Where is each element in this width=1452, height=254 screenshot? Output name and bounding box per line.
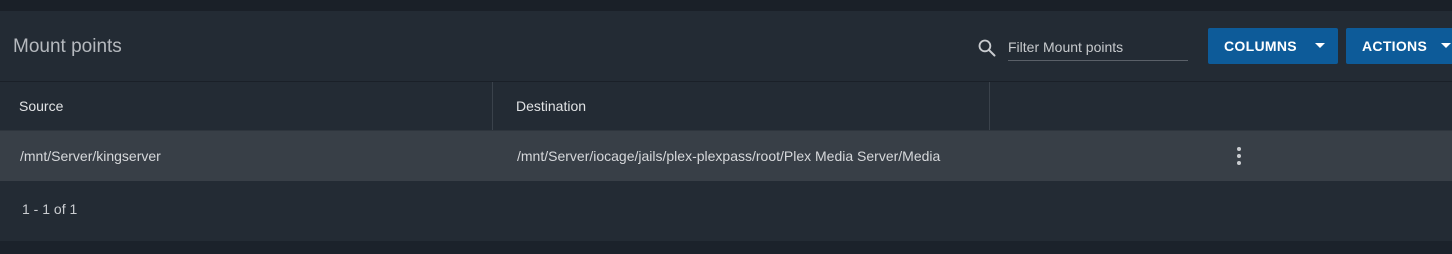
kebab-dot — [1237, 154, 1241, 158]
search-icon — [978, 39, 996, 57]
mount-points-card: Mount points COLUMNS ACTIONS Source Dest… — [0, 11, 1452, 241]
table-footer: 1 - 1 of 1 — [0, 181, 1452, 241]
column-header-actions — [990, 82, 1452, 130]
columns-button-label: COLUMNS — [1224, 38, 1297, 54]
more-vert-icon[interactable] — [1229, 145, 1249, 167]
table-header-row: Source Destination — [0, 81, 1452, 130]
card-header: Mount points COLUMNS ACTIONS — [0, 11, 1452, 81]
actions-button-label: ACTIONS — [1362, 38, 1428, 54]
column-header-destination[interactable]: Destination — [493, 82, 990, 130]
actions-button[interactable]: ACTIONS — [1346, 28, 1452, 64]
caret-down-icon — [1441, 43, 1451, 48]
column-header-source[interactable]: Source — [0, 82, 493, 130]
caret-down-icon — [1315, 43, 1325, 48]
columns-button[interactable]: COLUMNS — [1208, 28, 1338, 64]
kebab-dot — [1237, 147, 1241, 151]
page: Mount points COLUMNS ACTIONS Source Dest… — [0, 0, 1452, 254]
table-row[interactable]: /mnt/Server/kingserver /mnt/Server/iocag… — [0, 130, 1452, 182]
cell-source: /mnt/Server/kingserver — [20, 148, 161, 164]
paginator-range-label: 1 - 1 of 1 — [22, 201, 78, 217]
bottom-divider — [0, 241, 1452, 254]
top-divider — [0, 0, 1452, 11]
column-header-label: Source — [19, 98, 64, 114]
column-header-label: Destination — [516, 98, 587, 114]
card-title: Mount points — [13, 36, 122, 57]
cell-destination: /mnt/Server/iocage/jails/plex-plexpass/r… — [517, 148, 941, 164]
kebab-dot — [1237, 161, 1241, 165]
filter-mount-points-input[interactable] — [1008, 34, 1188, 61]
